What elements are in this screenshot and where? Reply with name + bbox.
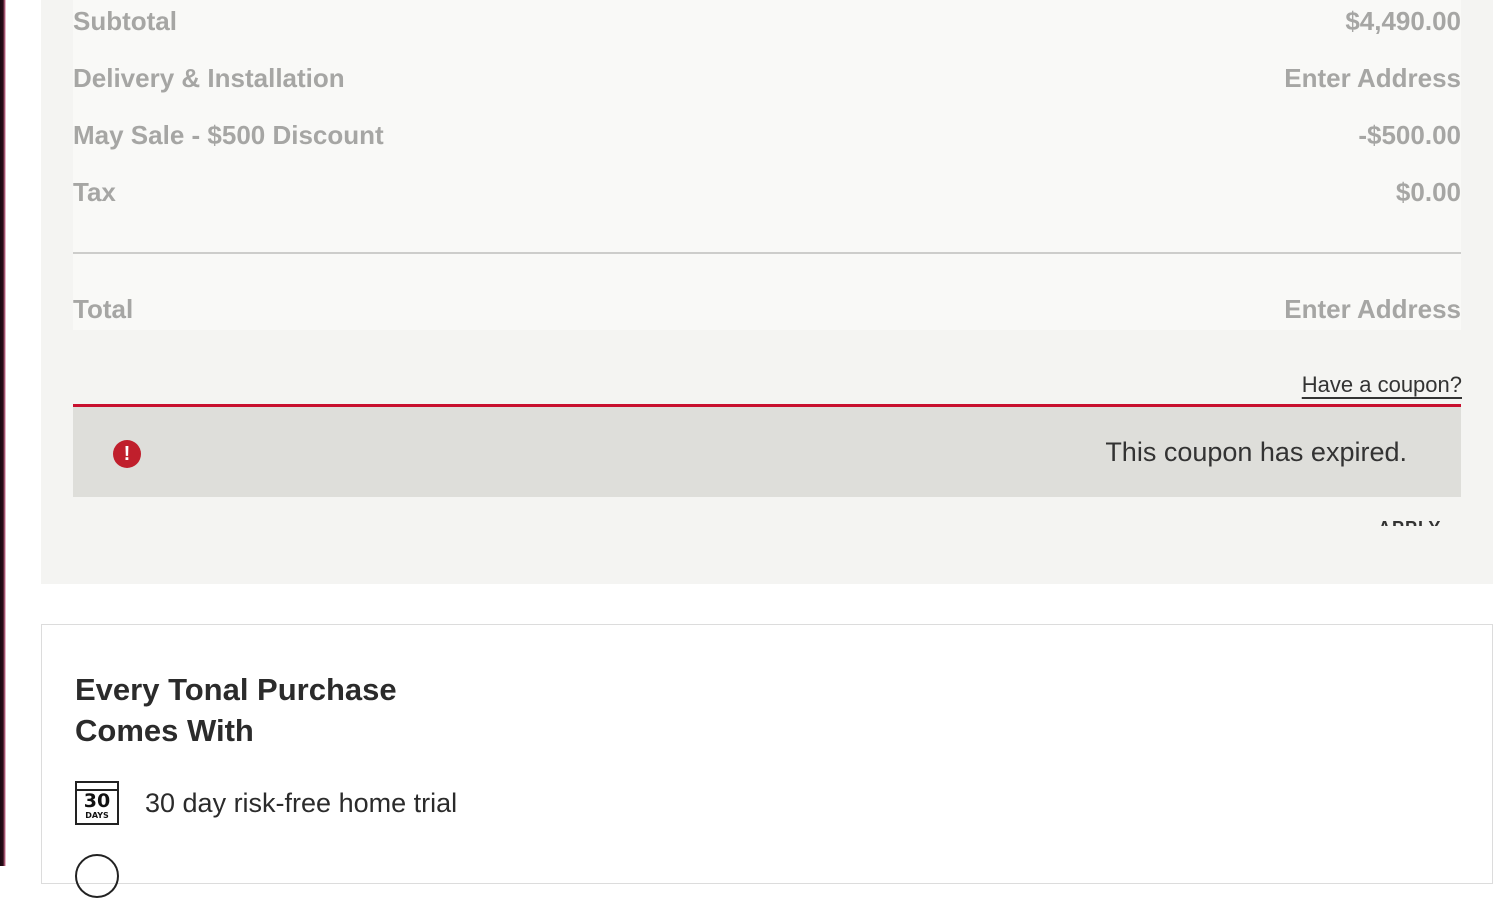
delivery-row: Delivery & Installation Enter Address: [73, 58, 1461, 98]
calendar-icon-caption: DAYS: [85, 811, 109, 820]
subtotal-row: Subtotal $4,490.00: [73, 1, 1461, 41]
delivery-label: Delivery & Installation: [73, 62, 345, 93]
total-label: Total: [73, 293, 134, 324]
delivery-value: Enter Address: [1284, 62, 1461, 93]
coupon-error-message: This coupon has expired.: [1105, 437, 1407, 467]
discount-label: May Sale - $500 Discount: [73, 119, 384, 150]
discount-row: May Sale - $500 Discount -$500.00: [73, 115, 1461, 155]
benefit-item-home-trial: 30 DAYS 30 day risk-free home trial: [75, 781, 457, 825]
benefits-card: Every Tonal Purchase Comes With 30 DAYS …: [41, 624, 1493, 898]
tax-label: Tax: [73, 176, 116, 207]
subtotal-label: Subtotal: [73, 5, 177, 36]
apply-button-label: APPLY: [1378, 518, 1440, 526]
benefits-title: Every Tonal Purchase Comes With: [75, 672, 397, 748]
subtotal-value: $4,490.00: [1345, 5, 1461, 36]
tax-row: Tax $0.00: [73, 172, 1461, 212]
benefit-text: 30 day risk-free home trial: [145, 787, 458, 818]
apply-button[interactable]: APPLY: [1376, 516, 1440, 526]
calendar-30-days-icon: 30 DAYS: [75, 781, 119, 825]
calendar-icon-number: 30: [83, 790, 111, 812]
total-value: Enter Address: [1284, 293, 1461, 324]
window-left-edge: [0, 0, 6, 866]
tax-value: $0.00: [1395, 176, 1461, 207]
error-exclamation-icon: !: [113, 440, 141, 468]
discount-value: -$500.00: [1358, 119, 1461, 150]
order-summary-rows: [73, 0, 1461, 330]
summary-divider: [73, 252, 1461, 254]
coupon-error-alert: ! This coupon has expired.: [73, 404, 1461, 497]
circle-icon: [75, 854, 119, 898]
total-row: Total Enter Address: [73, 289, 1461, 329]
have-coupon-link[interactable]: Have a coupon?: [1302, 372, 1462, 398]
